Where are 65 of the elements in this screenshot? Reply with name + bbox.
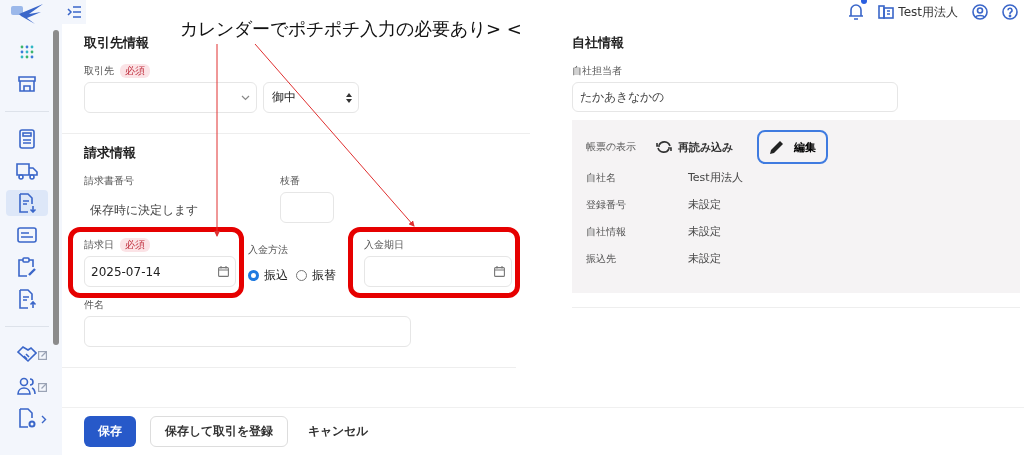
- company-switcher[interactable]: Test用法人: [878, 3, 958, 21]
- reload-button[interactable]: 再読み込み: [650, 138, 739, 156]
- sidebar-toggle-icon[interactable]: [62, 0, 86, 24]
- external-link-icon: [37, 351, 47, 360]
- field-label: 取引先: [84, 64, 114, 78]
- field-label: 請求日: [84, 238, 114, 252]
- calendar-icon[interactable]: [218, 266, 229, 277]
- handshake-icon: [16, 345, 37, 363]
- save-button[interactable]: 保存: [84, 416, 136, 447]
- field-label: 入金期日: [364, 238, 404, 252]
- info-value: 未設定: [688, 224, 721, 239]
- document-upload-icon: [16, 289, 37, 309]
- calculator-icon: [18, 129, 35, 149]
- info-value: 未設定: [688, 197, 721, 212]
- id-card-icon: [16, 227, 37, 243]
- chevron-down-icon: [241, 94, 250, 101]
- section-title: 取引先情報: [84, 34, 149, 52]
- field-label: 自社担当者: [572, 64, 622, 78]
- edit-button[interactable]: 編集: [757, 130, 828, 164]
- staff-field[interactable]: たかあきなかの: [572, 82, 898, 112]
- info-value: 未設定: [688, 251, 721, 266]
- section-title: 請求情報: [84, 144, 136, 162]
- pencil-icon: [769, 139, 785, 155]
- account-icon[interactable]: [972, 4, 988, 20]
- truck-icon: [15, 162, 38, 180]
- scrollbar[interactable]: [53, 0, 62, 455]
- info-label: 登録番号: [586, 197, 627, 212]
- people-icon: [16, 377, 37, 395]
- refresh-icon: [656, 140, 672, 154]
- document-gear-icon: [17, 408, 36, 428]
- help-icon[interactable]: [1002, 4, 1018, 20]
- notification-bell-icon[interactable]: [848, 3, 865, 21]
- date-field[interactable]: [364, 256, 512, 287]
- invoice-number-text: 保存時に決定します: [90, 202, 199, 219]
- branch-number-field[interactable]: [280, 192, 334, 223]
- info-label: 自社情報: [586, 224, 627, 239]
- document-download-icon: [16, 193, 37, 213]
- panel-label: 帳票の表示: [586, 140, 636, 154]
- section-title: 自社情報: [572, 34, 624, 52]
- info-value: Test用法人: [688, 170, 743, 185]
- info-label: 振込先: [586, 251, 617, 266]
- honorific-select[interactable]: 御中: [263, 82, 359, 113]
- cancel-button[interactable]: キャンセル: [302, 416, 374, 447]
- grid-dots-icon: [19, 45, 34, 59]
- field-label: 請求書番号: [84, 174, 135, 188]
- sidebar-item[interactable]: [5, 190, 48, 216]
- external-link-icon: [37, 383, 47, 392]
- field-label: 件名: [84, 298, 104, 312]
- radio-option[interactable]: 振替: [296, 267, 336, 284]
- required-badge: 必須: [120, 238, 150, 252]
- required-badge: 必須: [120, 64, 150, 78]
- calendar-icon[interactable]: [494, 266, 505, 277]
- save-and-register-button[interactable]: 保存して取引を登録: [150, 416, 288, 447]
- chevron-right-icon: [40, 415, 47, 424]
- info-label: 自社名: [586, 170, 617, 185]
- date-field[interactable]: 2025-07-14: [84, 256, 236, 287]
- building-icon: [878, 5, 895, 19]
- radio-option[interactable]: 振込: [248, 267, 288, 284]
- annotation-text: カレンダーでポチポチ入力の必要あり> <: [180, 18, 522, 40]
- subject-field[interactable]: [84, 316, 411, 347]
- field-label: 枝番: [280, 174, 301, 188]
- field-label: 入金方法: [248, 243, 289, 257]
- store-icon: [16, 75, 37, 93]
- clipboard-pen-icon: [16, 257, 37, 277]
- sort-arrows-icon: [346, 92, 352, 103]
